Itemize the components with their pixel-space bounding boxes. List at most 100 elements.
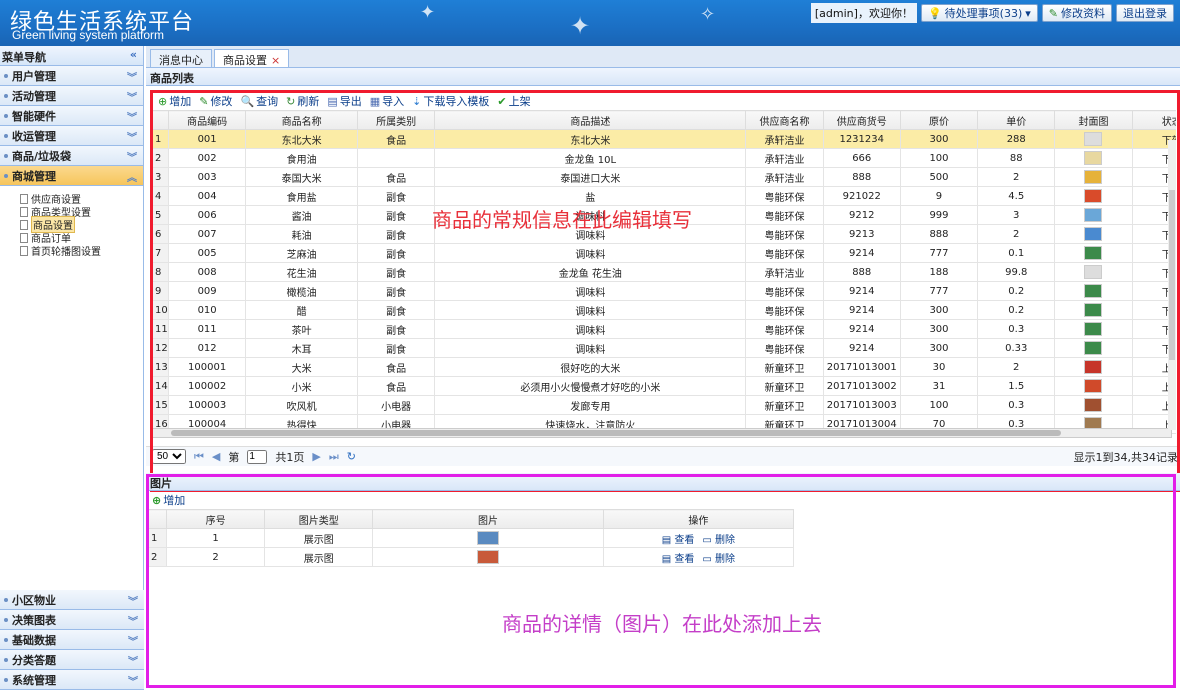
table-cell: 0.33 bbox=[977, 338, 1056, 358]
table-row[interactable]: 1001东北大米食品东北大米承轩洁业1231234300288下架 bbox=[152, 129, 1176, 149]
column-header[interactable]: 商品描述 bbox=[434, 110, 747, 130]
toolbar-button[interactable]: ↻ 刷新 bbox=[286, 93, 319, 109]
table-cell: 20171013003 bbox=[822, 395, 901, 415]
sidebar-menu-item[interactable]: 小区物业 ︾ bbox=[0, 590, 144, 610]
horizontal-scrollbar[interactable] bbox=[152, 428, 1172, 438]
table-cell: 921022 bbox=[822, 186, 901, 206]
menu-label: 智能硬件 bbox=[12, 109, 56, 123]
vertical-scrollbar[interactable] bbox=[1168, 140, 1176, 430]
table-cell: 泰国大米 bbox=[245, 167, 359, 187]
sidebar-menu-item[interactable]: 活动管理 ︾ bbox=[0, 86, 143, 106]
sidebar-menu-item[interactable]: 智能硬件 ︾ bbox=[0, 106, 143, 126]
table-row[interactable]: 14 100002 小米 食品 必须用小火慢慢煮才好吃的小米 新童环卫 2017101300… bbox=[152, 376, 1176, 396]
row-number: 3 bbox=[152, 167, 169, 187]
column-header[interactable]: 状态 bbox=[1131, 110, 1176, 130]
table-row[interactable]: 7005芝麻油副食调味料粤能环保92147770.1下架 bbox=[152, 243, 1176, 263]
tab-message-center[interactable]: 消息中心 bbox=[150, 49, 212, 67]
document-icon bbox=[20, 206, 28, 217]
sidebar-menu-item[interactable]: 商城管理 ︽ bbox=[0, 166, 143, 186]
edit-profile-button[interactable]: ✎ 修改资料 bbox=[1041, 4, 1112, 22]
view-button[interactable]: ▤ 查看 bbox=[662, 535, 695, 546]
add-icon: ⊕ bbox=[158, 94, 168, 108]
table-row[interactable]: 9009橄榄油副食调味料粤能环保92147770.2下架 bbox=[152, 281, 1176, 301]
logout-button[interactable]: 退出登录 bbox=[1116, 4, 1174, 22]
table-row[interactable]: 1 1 展示图 ▤ 查看 ▭ 删除 bbox=[147, 528, 795, 548]
table-cell: 副食 bbox=[357, 338, 436, 358]
prev-page-icon[interactable]: ◀ bbox=[212, 450, 220, 463]
table-cell: 副食 bbox=[357, 319, 436, 339]
column-header[interactable]: 所属类别 bbox=[357, 110, 436, 130]
column-header[interactable]: 封面图 bbox=[1054, 110, 1133, 130]
toolbar-button[interactable]: ⇣ 下载导入模板 bbox=[412, 93, 489, 109]
table-cell: 粤能环保 bbox=[745, 186, 824, 206]
toolbar-button[interactable]: ✎ 修改 bbox=[199, 93, 232, 109]
sidebar-menu-item[interactable]: 分类答题 ︾ bbox=[0, 650, 144, 670]
table-row[interactable]: 4004食用盐副食盐粤能环保92102294.5下架 bbox=[152, 186, 1176, 206]
table-cell bbox=[1054, 224, 1133, 244]
delete-button[interactable]: ▭ 删除 bbox=[702, 554, 735, 565]
table-cell bbox=[1054, 167, 1133, 187]
table-row[interactable]: 8008花生油副食金龙鱼 花生油承轩洁业88818899.8下架 bbox=[152, 262, 1176, 282]
table-cell bbox=[1054, 376, 1133, 396]
delete-button[interactable]: ▭ 删除 bbox=[702, 535, 735, 546]
tab-goods-settings[interactable]: 商品设置 × bbox=[214, 49, 290, 67]
toolbar-button[interactable]: ▤ 导出 bbox=[327, 93, 361, 109]
pending-tasks-button[interactable]: 💡 待处理事项(33) ▾ bbox=[920, 4, 1038, 22]
close-icon[interactable]: × bbox=[271, 54, 280, 67]
table-row[interactable]: 15100003吹风机小电器发廊专用新童环卫201710130031000.3上… bbox=[152, 395, 1176, 415]
table-cell: 粤能环保 bbox=[745, 319, 824, 339]
table-cell: 100002 bbox=[167, 376, 247, 396]
chevron-up-icon: ︽ bbox=[127, 173, 137, 184]
toolbar-button[interactable]: ⊕ 增加 bbox=[158, 93, 191, 109]
sidebar-menu-item[interactable]: 收运管理 ︾ bbox=[0, 126, 143, 146]
column-header[interactable]: 单价 bbox=[977, 110, 1056, 130]
column-header[interactable]: 供应商货号 bbox=[822, 110, 901, 130]
table-cell: 9213 bbox=[822, 224, 901, 244]
column-header[interactable]: 商品名称 bbox=[245, 110, 359, 130]
page-input[interactable] bbox=[247, 449, 268, 464]
document-icon bbox=[20, 245, 28, 256]
table-row[interactable]: 11011茶叶副食调味料粤能环保92143000.3下架 bbox=[152, 319, 1176, 339]
column-header[interactable]: 原价 bbox=[899, 110, 979, 130]
view-button[interactable]: ▤ 查看 bbox=[662, 554, 695, 565]
pencil-icon: ✎ bbox=[1048, 6, 1058, 20]
row-number-header bbox=[147, 509, 168, 529]
document-icon bbox=[20, 219, 28, 230]
table-row[interactable]: 3003泰国大米食品泰国进口大米承轩洁业8885002下架 bbox=[152, 167, 1176, 187]
page-size-select[interactable]: 50 bbox=[152, 449, 186, 464]
table-row[interactable]: 2 2 展示图 ▤ 查看 ▭ 删除 bbox=[147, 547, 795, 567]
table-row[interactable]: 12012木耳副食调味料粤能环保92143000.33下架 bbox=[152, 338, 1176, 358]
table-cell: 9 bbox=[899, 186, 979, 206]
table-cell: 2 bbox=[977, 167, 1056, 187]
main-area: 消息中心 商品设置 × 商品列表 ⊕ 增加 ✎ 修改 🔍 查询 ↻ 刷新 ▤ 导出 ▦ 导入 ⇣ 下载导入模… bbox=[146, 46, 1180, 690]
table-cell bbox=[372, 547, 604, 567]
refresh-icon[interactable]: ↻ bbox=[347, 450, 356, 463]
toolbar-button-label: 上架 bbox=[508, 95, 531, 108]
table-row[interactable]: 10010醋副食调味料粤能环保92143000.2下架 bbox=[152, 300, 1176, 320]
column-header[interactable]: 商品编码 bbox=[167, 110, 247, 130]
column-header[interactable]: 供应商名称 bbox=[745, 110, 824, 130]
row-number: 4 bbox=[152, 186, 169, 206]
table-cell: 吹风机 bbox=[245, 395, 359, 415]
first-page-icon[interactable]: ⏮ bbox=[194, 450, 204, 464]
image-add-button[interactable]: ⊕ 增加 bbox=[152, 492, 185, 508]
table-cell: 300 bbox=[899, 129, 979, 149]
table-cell: 粤能环保 bbox=[745, 281, 824, 301]
sidebar-menu-item[interactable]: 系统管理 ︾ bbox=[0, 670, 144, 690]
table-row[interactable]: 2002食用油金龙鱼 10L承轩洁业66610088下架 bbox=[152, 148, 1176, 168]
collapse-icon[interactable]: « bbox=[130, 48, 137, 61]
sidebar-menu-item[interactable]: 用户管理 ︾ bbox=[0, 66, 143, 86]
bullet-icon bbox=[4, 153, 8, 158]
last-page-icon[interactable]: ⏭ bbox=[329, 450, 339, 464]
next-page-icon[interactable]: ▶ bbox=[312, 450, 320, 463]
sidebar-menu-item[interactable]: 商品/垃圾袋 ︾ bbox=[0, 146, 143, 166]
toolbar-button[interactable]: 🔍 查询 bbox=[240, 93, 278, 109]
sidebar-menu-item[interactable]: 基础数据 ︾ bbox=[0, 630, 144, 650]
toolbar-button[interactable]: ▦ 导入 bbox=[370, 93, 404, 109]
tree-item[interactable]: 首页轮播图设置 bbox=[20, 244, 143, 258]
sidebar-menu-item[interactable]: 决策图表 ︾ bbox=[0, 610, 144, 630]
table-row[interactable]: 13100001大米食品很好吃的大米新童环卫20171013001302上架 bbox=[152, 357, 1176, 377]
table-cell: 粤能环保 bbox=[745, 224, 824, 244]
download-icon: ⇣ bbox=[412, 94, 422, 108]
toolbar-button[interactable]: ✔ 上架 bbox=[497, 93, 530, 109]
